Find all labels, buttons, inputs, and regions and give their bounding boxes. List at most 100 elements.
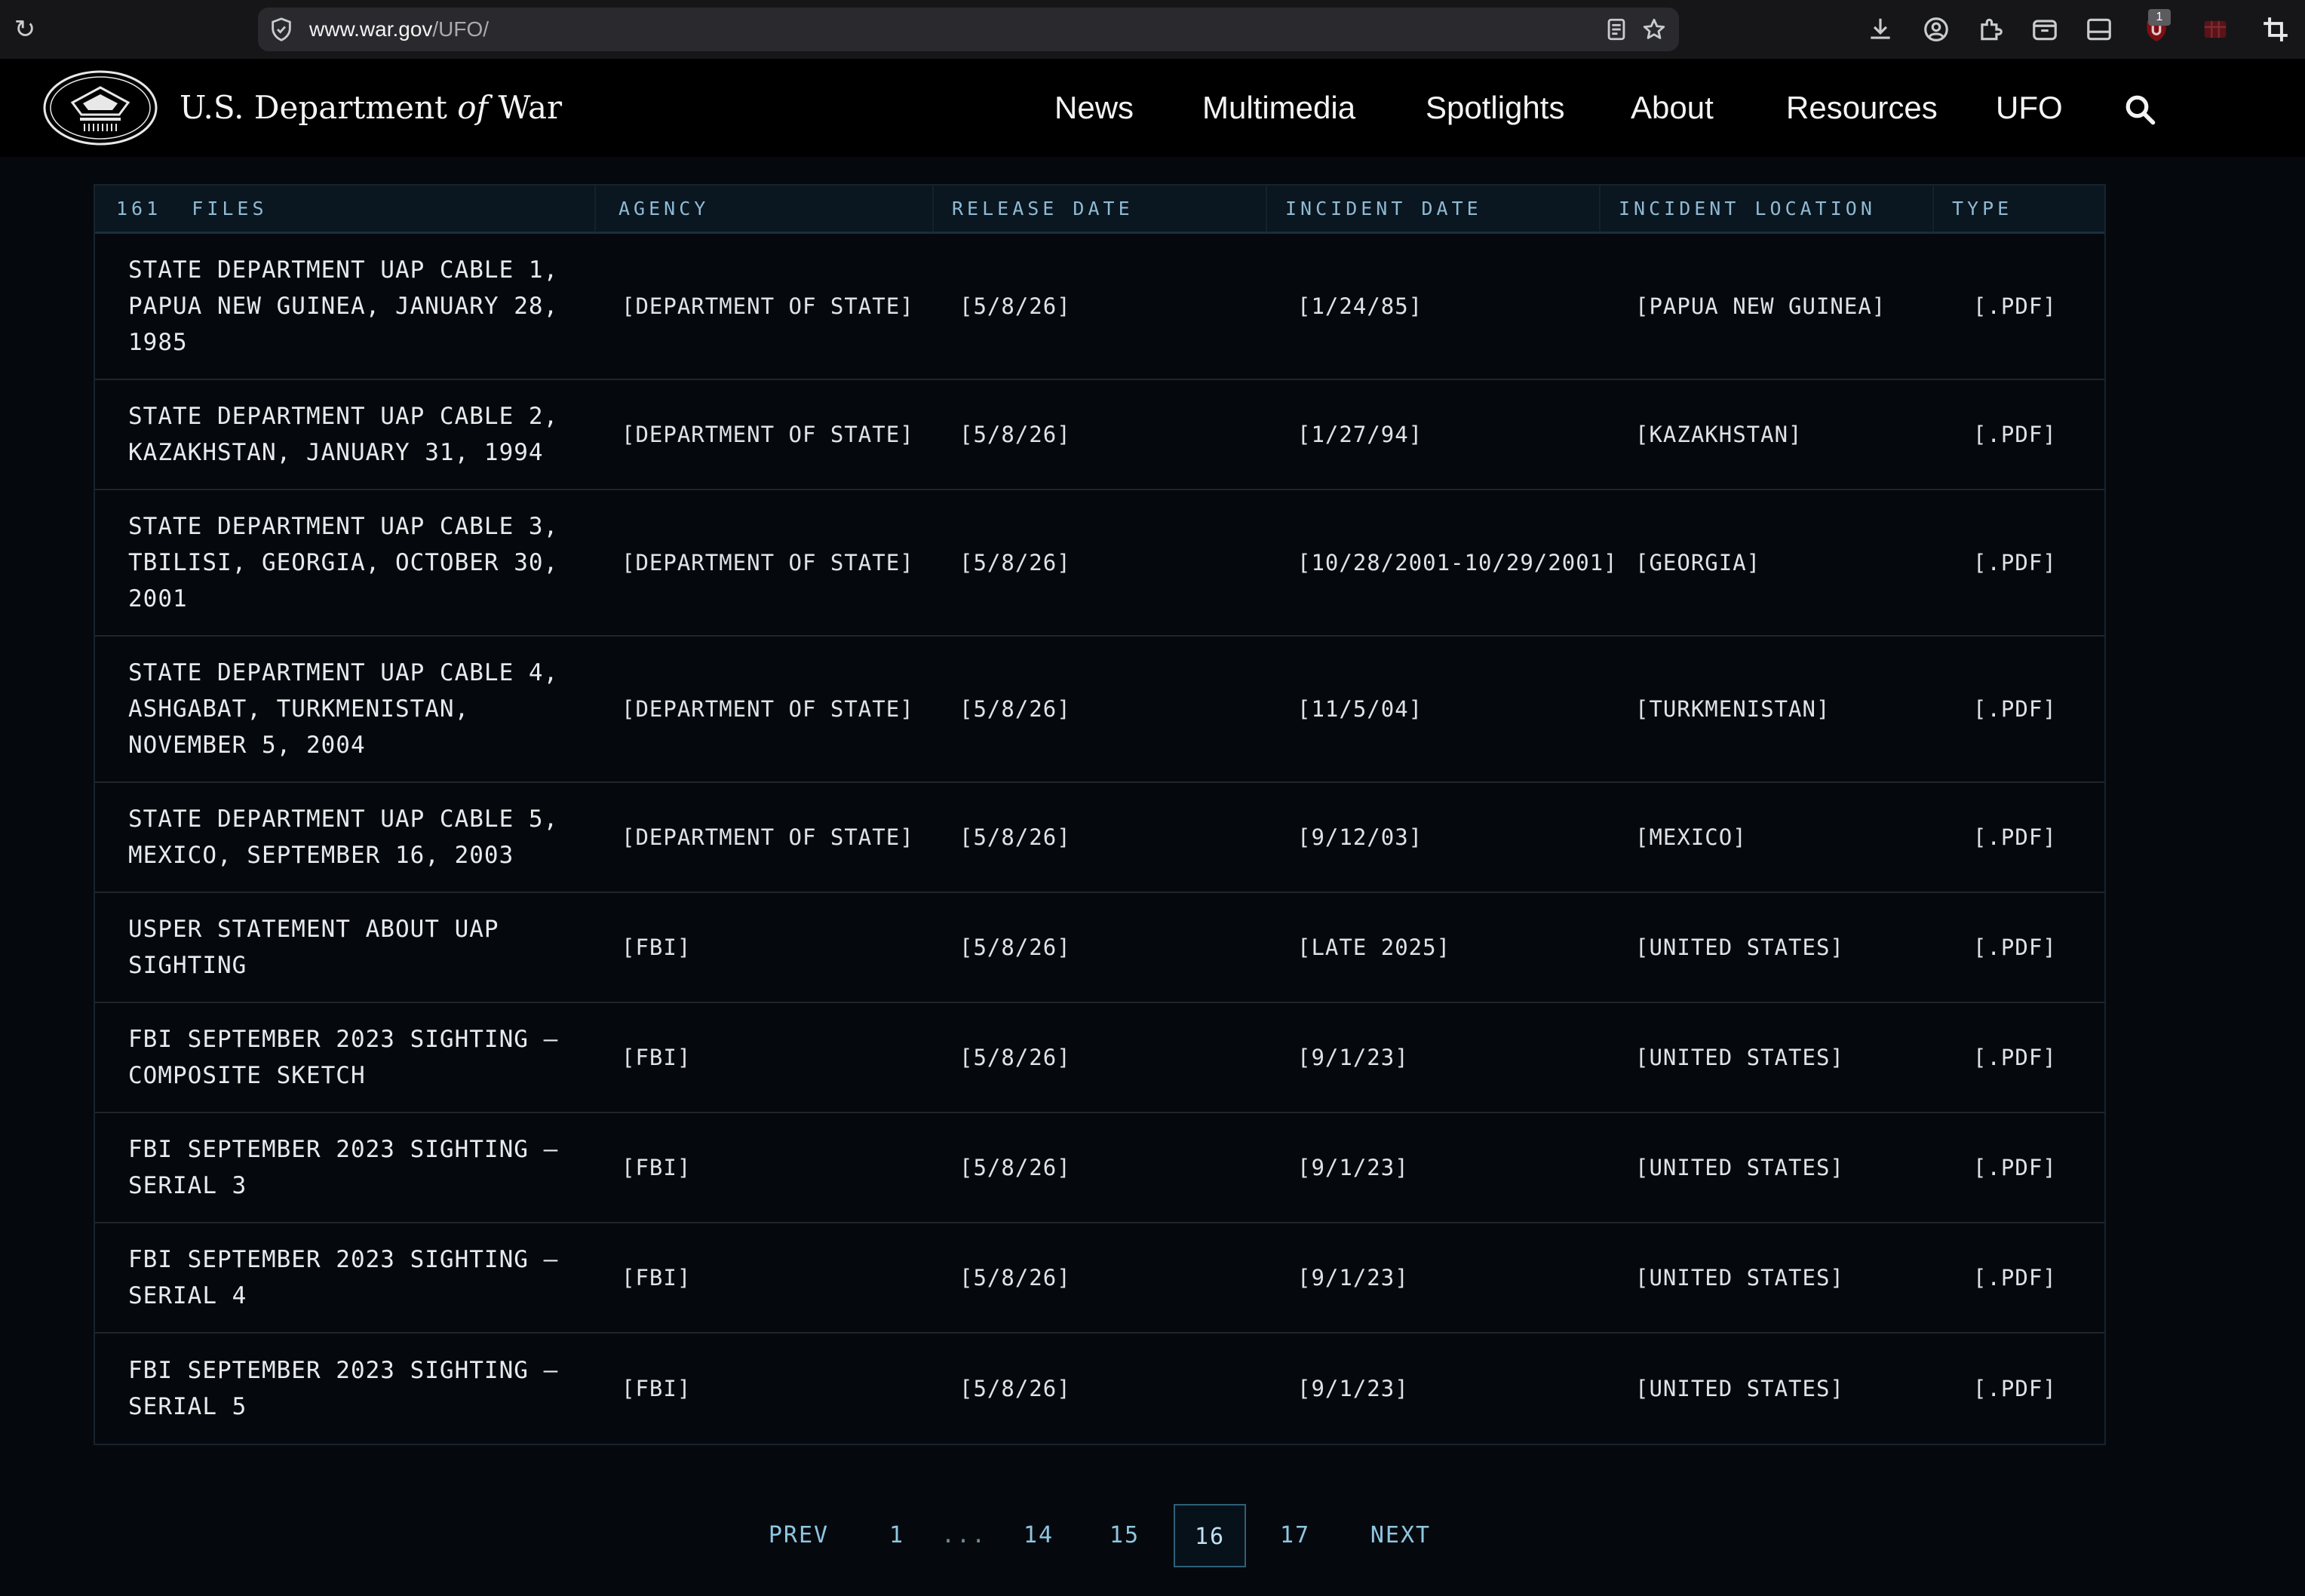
pocket-icon[interactable] [2030, 15, 2059, 44]
table-row[interactable]: FBI SEPTEMBER 2023 SIGHTING – SERIAL 5 [… [95, 1334, 2104, 1444]
column-header-release-date[interactable]: RELEASE DATE [952, 186, 1134, 232]
reload-icon[interactable]: ↻ [11, 15, 39, 44]
nav-ufo[interactable]: UFO [1996, 59, 2063, 157]
file-title[interactable]: STATE DEPARTMENT UAP CABLE 3, TBILISI, G… [128, 490, 581, 635]
page-16-current[interactable]: 16 [1174, 1504, 1246, 1567]
page-17-button[interactable]: 17 [1276, 1504, 1314, 1567]
table-row[interactable]: FBI SEPTEMBER 2023 SIGHTING – SERIAL 4 [… [95, 1223, 2104, 1334]
bookmark-star-icon[interactable] [1641, 17, 1667, 42]
file-agency: [FBI] [622, 935, 692, 960]
nav-about[interactable]: About [1631, 59, 1714, 157]
file-incident-date: [1/27/94] [1297, 422, 1423, 447]
page-14-button[interactable]: 14 [1020, 1504, 1057, 1567]
column-divider [1932, 186, 1934, 232]
sidebar-icon[interactable] [2085, 15, 2113, 44]
file-incident-location: [UNITED STATES] [1635, 1376, 1844, 1401]
table-row[interactable]: STATE DEPARTMENT UAP CABLE 3, TBILISI, G… [95, 490, 2104, 637]
file-title[interactable]: STATE DEPARTMENT UAP CABLE 1, PAPUA NEW … [128, 234, 581, 379]
file-agency: [DEPARTMENT OF STATE] [622, 293, 914, 319]
column-divider [1599, 186, 1601, 232]
crop-screenshot-icon[interactable] [2261, 15, 2290, 44]
table-row[interactable]: STATE DEPARTMENT UAP CABLE 4, ASHGABAT, … [95, 637, 2104, 783]
file-title[interactable]: STATE DEPARTMENT UAP CABLE 5, MEXICO, SE… [128, 783, 581, 892]
site-header: U.S. Department of War News Multimedia S… [0, 59, 2305, 157]
column-divider [1266, 186, 1267, 232]
files-label: FILES [192, 198, 268, 219]
file-incident-date: [9/1/23] [1297, 1265, 1409, 1291]
site-title-part: War [488, 89, 563, 126]
column-header-files[interactable]: 161 FILES [116, 186, 268, 232]
search-icon[interactable] [2124, 94, 2156, 125]
file-incident-date: [9/1/23] [1297, 1376, 1409, 1401]
url-host: www.war.gov [309, 17, 433, 41]
file-title[interactable]: FBI SEPTEMBER 2023 SIGHTING – COMPOSITE … [128, 1003, 581, 1112]
file-type: [.PDF] [1973, 550, 2057, 575]
table-row[interactable]: STATE DEPARTMENT UAP CABLE 1, PAPUA NEW … [95, 234, 2104, 380]
file-title[interactable]: USPER STATEMENT ABOUT UAP SIGHTING [128, 893, 581, 1002]
file-agency: [DEPARTMENT OF STATE] [622, 696, 914, 722]
nav-spotlights[interactable]: Spotlights [1426, 59, 1564, 157]
page-15-button[interactable]: 15 [1106, 1504, 1143, 1567]
file-incident-location: [MEXICO] [1635, 824, 1747, 850]
file-type: [.PDF] [1973, 422, 2057, 447]
file-release-date: [5/8/26] [959, 1265, 1071, 1291]
site-title[interactable]: U.S. Department of War [180, 59, 562, 157]
file-release-date: [5/8/26] [959, 1155, 1071, 1180]
url-text[interactable]: www.war.gov/UFO/ [309, 8, 489, 51]
account-icon[interactable] [1922, 15, 1951, 44]
url-path: /UFO/ [432, 17, 490, 41]
site-title-part: U.S. Department [180, 89, 458, 126]
page-1-button[interactable]: 1 [879, 1504, 914, 1567]
pentagon-seal-logo[interactable] [42, 69, 158, 146]
nav-multimedia[interactable]: Multimedia [1202, 59, 1355, 157]
nav-resources[interactable]: Resources [1786, 59, 1938, 157]
address-bar[interactable]: www.war.gov/UFO/ [258, 8, 1679, 51]
file-incident-location: [TURKMENISTAN] [1635, 696, 1831, 722]
column-header-type[interactable]: TYPE [1952, 186, 2012, 232]
file-incident-location: [GEORGIA] [1635, 550, 1761, 575]
extensions-icon[interactable] [1976, 15, 2005, 44]
file-incident-location: [PAPUA NEW GUINEA] [1635, 293, 1886, 319]
table-row[interactable]: FBI SEPTEMBER 2023 SIGHTING – SERIAL 3 [… [95, 1113, 2104, 1223]
file-incident-date: [9/1/23] [1297, 1045, 1409, 1070]
page-ellipsis: ... [941, 1522, 987, 1548]
file-agency: [DEPARTMENT OF STATE] [622, 550, 914, 575]
download-icon[interactable] [1866, 15, 1895, 44]
file-release-date: [5/8/26] [959, 1045, 1071, 1070]
file-type: [.PDF] [1973, 935, 2057, 960]
file-incident-location: [UNITED STATES] [1635, 1045, 1844, 1070]
container-extension-icon[interactable] [2201, 15, 2230, 44]
table-header: 161 FILES AGENCY RELEASE DATE INCIDENT D… [95, 186, 2104, 234]
table-row[interactable]: STATE DEPARTMENT UAP CABLE 2, KAZAKHSTAN… [95, 380, 2104, 490]
nav-news[interactable]: News [1054, 59, 1134, 157]
file-title[interactable]: STATE DEPARTMENT UAP CABLE 2, KAZAKHSTAN… [128, 380, 581, 489]
file-incident-date: [9/12/03] [1297, 824, 1423, 850]
file-incident-date: [11/5/04] [1297, 696, 1423, 722]
table-row[interactable]: USPER STATEMENT ABOUT UAP SIGHTING [FBI]… [95, 893, 2104, 1003]
file-release-date: [5/8/26] [959, 696, 1071, 722]
file-title[interactable]: FBI SEPTEMBER 2023 SIGHTING – SERIAL 4 [128, 1223, 581, 1332]
file-agency: [FBI] [622, 1045, 692, 1070]
column-divider [594, 186, 596, 232]
table-row[interactable]: STATE DEPARTMENT UAP CABLE 5, MEXICO, SE… [95, 783, 2104, 893]
file-release-date: [5/8/26] [959, 1376, 1071, 1401]
column-header-incident-date[interactable]: INCIDENT DATE [1285, 186, 1482, 232]
file-release-date: [5/8/26] [959, 550, 1071, 575]
file-incident-date: [9/1/23] [1297, 1155, 1409, 1180]
table-row[interactable]: FBI SEPTEMBER 2023 SIGHTING – COMPOSITE … [95, 1003, 2104, 1113]
file-agency: [DEPARTMENT OF STATE] [622, 422, 914, 447]
column-header-agency[interactable]: AGENCY [618, 186, 709, 232]
file-agency: [FBI] [622, 1265, 692, 1291]
file-title[interactable]: FBI SEPTEMBER 2023 SIGHTING – SERIAL 3 [128, 1113, 581, 1222]
file-title[interactable]: STATE DEPARTMENT UAP CABLE 4, ASHGABAT, … [128, 637, 581, 781]
pagination: PREV 1 ... 14 15 16 17 NEXT [0, 1504, 2305, 1567]
reader-view-icon[interactable] [1604, 17, 1629, 42]
prev-button[interactable]: PREV [763, 1504, 834, 1567]
file-count: 161 [116, 198, 162, 219]
shield-icon[interactable] [269, 17, 294, 42]
extension-badge: 1 [2148, 9, 2171, 26]
file-title[interactable]: FBI SEPTEMBER 2023 SIGHTING – SERIAL 5 [128, 1334, 581, 1444]
column-header-incident-location[interactable]: INCIDENT LOCATION [1619, 186, 1876, 232]
file-release-date: [5/8/26] [959, 935, 1071, 960]
next-button[interactable]: NEXT [1368, 1504, 1433, 1567]
